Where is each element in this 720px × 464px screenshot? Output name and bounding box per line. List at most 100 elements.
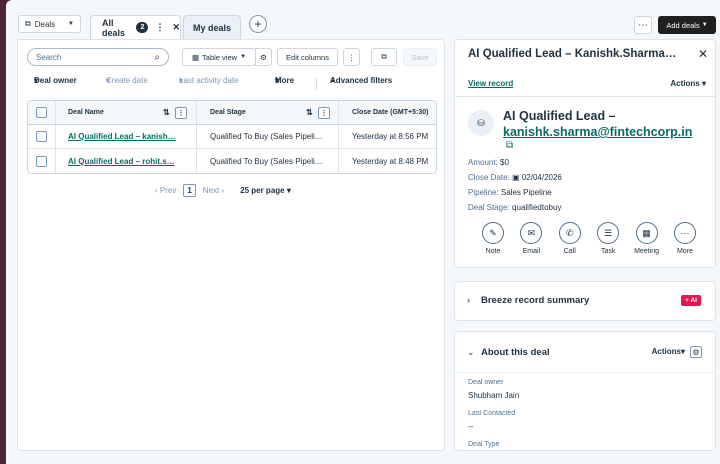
more-button[interactable]: ⋯ More xyxy=(671,222,699,255)
copy-icon: ⧉ xyxy=(381,52,387,61)
deal-owner-value[interactable]: Shubham Jain xyxy=(468,391,519,400)
column-menu-icon[interactable]: ⋮ xyxy=(175,106,187,119)
next-page-button[interactable]: Next › xyxy=(203,186,224,195)
sort-icon[interactable]: ⇅ xyxy=(163,101,170,124)
field-label: Deal Type xyxy=(468,441,500,448)
edit-columns-button[interactable]: Edit columns xyxy=(277,48,338,66)
actions-label: Actions xyxy=(670,79,700,88)
preview-title: AI Qualified Lead – Kanishk.Sharma… xyxy=(468,48,677,60)
prev-label: Prev xyxy=(159,185,177,195)
external-link-icon[interactable]: ⧉ xyxy=(506,140,513,151)
table-options-button[interactable]: ⋮ xyxy=(343,48,360,66)
calendar-icon: ▣ xyxy=(512,173,520,182)
row-checkbox[interactable] xyxy=(36,131,47,142)
select-all-checkbox[interactable] xyxy=(36,107,47,118)
table-header: Deal Name ⇅ ⋮ Deal Stage ⇅ ⋮ Close Date … xyxy=(28,101,436,125)
filter-bar: Deal owner ▾ Create date ▾ Last activity… xyxy=(27,76,437,90)
column-header-deal-name[interactable]: Deal Name xyxy=(68,101,104,124)
activity-actions: ✎ Note ✉ Email ✆ Call ☰ Task ▦ Meeting ⋯ More xyxy=(479,222,699,255)
action-label: More xyxy=(676,248,693,255)
deal-stage-cell: Qualified To Buy (Sales Pipeli… xyxy=(210,132,323,141)
search-input[interactable]: Search ⌕ xyxy=(27,48,169,66)
divider xyxy=(455,372,715,373)
caret-down-icon: ▼ xyxy=(701,22,708,28)
column-divider xyxy=(55,101,56,124)
deal-preview-panel: AI Qualified Lead – Kanishk.Sharma… ✕ Vi… xyxy=(454,39,716,268)
tab-label: All deals xyxy=(102,17,126,38)
prop-close-date: Close Date: ▣ 02/04/2026 xyxy=(468,173,562,182)
close-date-cell: Yesterday at 8:56 PM xyxy=(352,132,429,141)
deal-title: AI Qualified Lead – xyxy=(503,109,616,123)
view-settings-button[interactable]: ⚙ xyxy=(255,48,272,66)
column-divider xyxy=(338,101,339,124)
close-icon[interactable]: ✕ xyxy=(698,47,708,61)
task-button[interactable]: ☰ Task xyxy=(594,222,622,255)
call-button[interactable]: ✆ Call xyxy=(556,222,584,255)
filter-deal-owner[interactable]: Deal owner ▾ xyxy=(34,76,77,85)
save-view-button[interactable]: Save xyxy=(403,48,437,66)
gear-icon[interactable]: ⚙ xyxy=(690,346,702,358)
filter-label: Last activity date xyxy=(179,76,239,85)
count-badge: 2 xyxy=(136,22,149,33)
add-view-button[interactable]: + xyxy=(249,15,267,33)
deal-email-link[interactable]: kanishk.sharma@fintechcorp.in xyxy=(503,125,692,140)
deal-name-link[interactable]: AI Qualified Lead – rohit.s… xyxy=(68,149,193,173)
prop-label: Pipeline: xyxy=(468,188,499,197)
prev-page-button[interactable]: ‹ Prev xyxy=(155,186,176,195)
tab-options-icon[interactable]: ⋮ xyxy=(155,22,164,33)
kebab-icon: ⋮ xyxy=(347,52,356,62)
chevron-right-icon[interactable]: › xyxy=(467,295,470,305)
table-row[interactable]: AI Qualified Lead – kanish… Qualified To… xyxy=(28,125,436,149)
column-divider xyxy=(55,125,56,148)
phone-icon: ✆ xyxy=(558,222,581,244)
meeting-button[interactable]: ▦ Meeting xyxy=(633,222,661,255)
filter-label: Deal owner xyxy=(34,76,77,85)
per-page-dropdown[interactable]: 25 per page ▾ xyxy=(240,186,291,195)
deal-avatar-icon: ⛁ xyxy=(468,110,494,136)
view-record-link[interactable]: View record xyxy=(468,79,513,88)
deals-object-dropdown[interactable]: ⧉ Deals ▼ xyxy=(18,15,81,33)
advanced-filters-label: Advanced filters xyxy=(330,76,393,85)
prop-value: qualifiedtobuy xyxy=(512,203,562,212)
deal-name-link[interactable]: AI Qualified Lead – kanish… xyxy=(68,125,193,148)
table-view-dropdown[interactable]: ▦ Table view ▼ xyxy=(182,48,256,66)
filter-divider xyxy=(316,78,317,90)
field-label: Deal owner xyxy=(468,379,504,386)
note-button[interactable]: ✎ Note xyxy=(479,222,507,255)
actions-dropdown[interactable]: Actions ▾ xyxy=(670,79,706,88)
email-button[interactable]: ✉ Email xyxy=(517,222,545,255)
tab-all-deals[interactable]: All deals 2 ⋮ ✕ xyxy=(90,15,181,39)
breeze-summary-section[interactable]: › Breeze record summary + AI xyxy=(454,281,716,321)
caret-down-icon: ▼ xyxy=(240,54,247,60)
search-placeholder: Search xyxy=(36,52,62,62)
close-tab-icon[interactable]: ✕ xyxy=(172,22,180,33)
add-deals-button[interactable]: Add deals ▼ xyxy=(658,16,716,34)
ai-badge[interactable]: + AI xyxy=(681,295,701,306)
prop-label: Deal Stage: xyxy=(468,203,510,212)
more-options-button[interactable]: ⋯ xyxy=(634,16,652,34)
row-checkbox[interactable] xyxy=(36,155,47,167)
about-title: About this deal xyxy=(481,347,550,358)
table-row[interactable]: AI Qualified Lead – rohit.s… Qualified T… xyxy=(28,149,436,173)
prop-deal-stage: Deal Stage: qualifiedtobuy xyxy=(468,203,561,212)
filter-create-date[interactable]: Create date ▾ xyxy=(106,76,148,85)
sort-icon[interactable]: ⇅ xyxy=(306,101,313,124)
action-label: Task xyxy=(600,248,616,255)
prop-amount: Amount: $0 xyxy=(468,158,509,167)
column-menu-icon[interactable]: ⋮ xyxy=(318,106,330,119)
prop-value: 02/04/2026 xyxy=(521,173,562,182)
duplicate-view-button[interactable]: ⧉ xyxy=(371,48,397,66)
column-header-close-date[interactable]: Close Date (GMT+5:30) xyxy=(352,101,428,124)
chevron-down-icon[interactable]: ⌄ xyxy=(467,347,475,358)
action-label: Note xyxy=(485,248,501,255)
deals-dropdown-label: Deals xyxy=(34,19,56,29)
field-label: Last Contacted xyxy=(468,410,516,417)
tab-my-deals[interactable]: My deals xyxy=(183,15,241,39)
filter-last-activity[interactable]: Last activity date ▾ xyxy=(179,76,239,85)
about-actions-dropdown[interactable]: Actions▾ xyxy=(652,347,685,356)
filter-more[interactable]: More ▾ xyxy=(275,76,294,85)
table-icon: ▦ xyxy=(191,52,200,62)
current-page[interactable]: 1 xyxy=(183,183,196,197)
column-header-deal-stage[interactable]: Deal Stage xyxy=(210,101,246,124)
action-label: Meeting xyxy=(634,248,660,255)
